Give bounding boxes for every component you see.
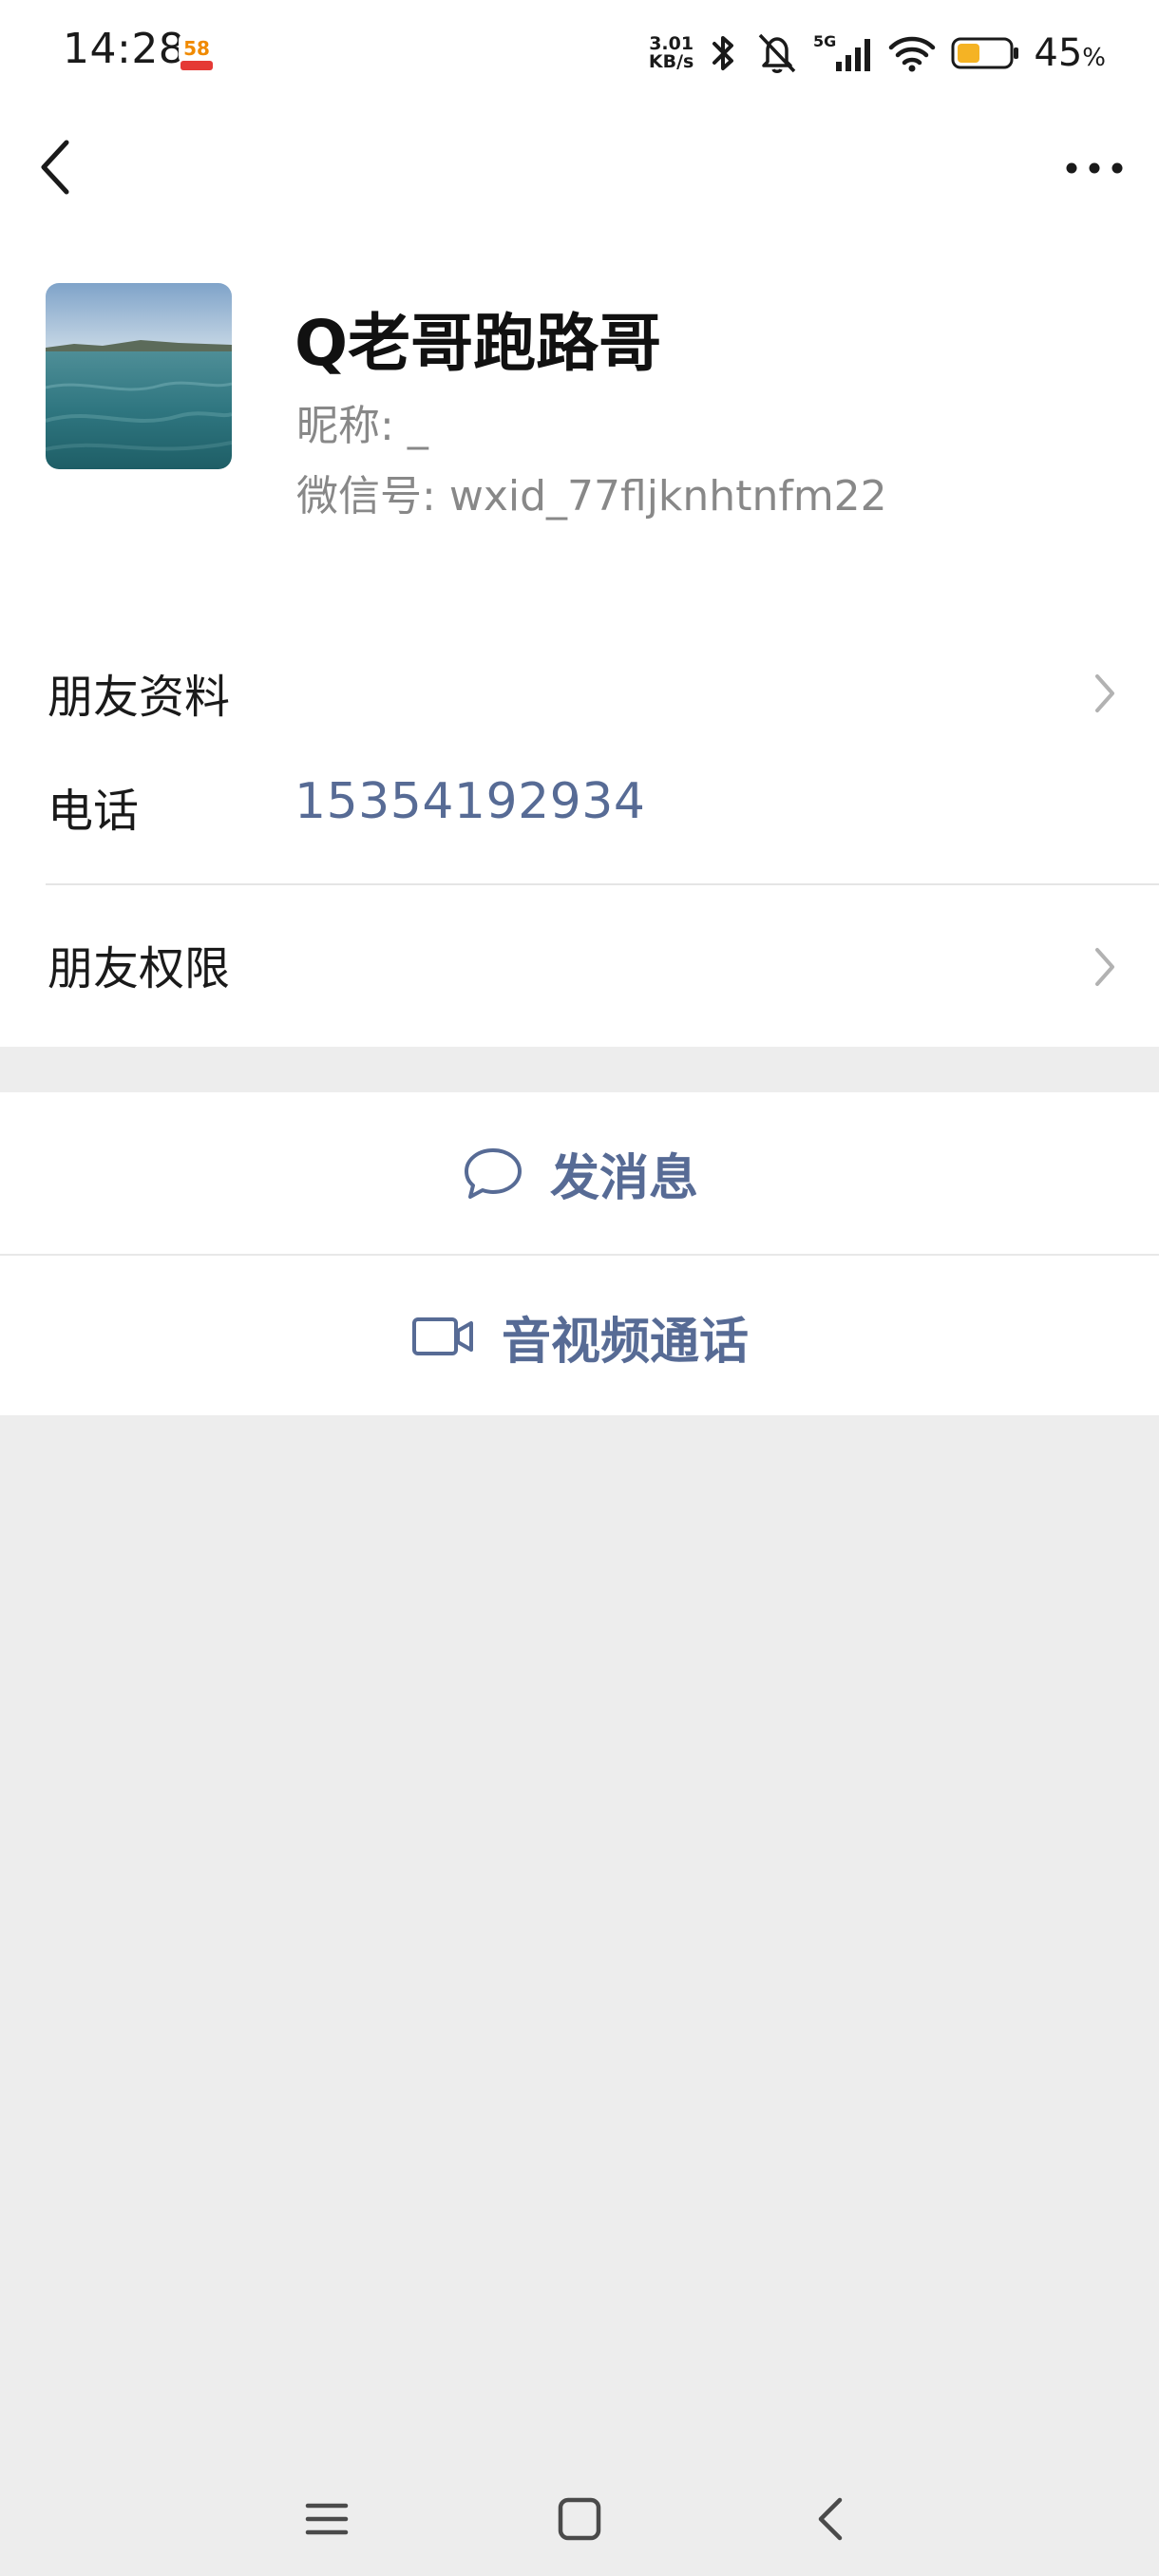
nickname-value: _: [407, 402, 428, 450]
avatar[interactable]: [46, 283, 232, 469]
home-icon[interactable]: [551, 2491, 608, 2548]
wechat-id-value: wxid_77fljknhtnfm22: [448, 472, 887, 521]
send-message-label: 发消息: [549, 1149, 698, 1207]
action-panel: 发消息 音视频通话: [0, 1092, 1159, 1415]
av-call-button[interactable]: 音视频通话: [0, 1256, 1159, 1417]
nickname-line: 昵称: _: [296, 391, 428, 452]
network-speed: 3.01 KB/s: [649, 35, 694, 71]
svg-text:5G: 5G: [813, 32, 836, 50]
header-bar: [0, 106, 1159, 230]
chat-bubble-icon: [464, 1148, 522, 1199]
video-camera-icon: [411, 1317, 473, 1355]
status-bar: 14:28 58 3.01 KB/s 5G 45%: [0, 0, 1159, 106]
profile-name: Q老哥跑路哥: [294, 307, 662, 380]
battery-percent-unit: %: [1082, 44, 1106, 72]
menu-icon[interactable]: [298, 2491, 355, 2548]
battery-icon: [951, 37, 1019, 69]
profile-card: Q老哥跑路哥 昵称: _ 微信号: wxid_77fljknhtnfm22: [0, 230, 1159, 610]
phone-value[interactable]: 15354192934: [294, 773, 645, 830]
back-icon[interactable]: [804, 2491, 861, 2548]
phone-label: 电话: [48, 785, 140, 838]
av-call-label: 音视频通话: [501, 1313, 749, 1371]
signal-5g-icon: 5G: [813, 32, 871, 71]
status-time: 14:28: [63, 25, 186, 73]
bluetooth-icon: [712, 36, 734, 70]
chevron-right-icon: [1095, 674, 1114, 712]
friend-profile-row[interactable]: 朋友资料: [0, 610, 1159, 743]
wechat-id-line: 微信号: wxid_77fljknhtnfm22: [296, 462, 887, 522]
battery-percent: 45%: [1034, 31, 1106, 75]
wifi-icon: [889, 36, 936, 72]
send-message-button[interactable]: 发消息: [0, 1092, 1159, 1254]
wechat-id-label: 微信号:: [296, 472, 436, 521]
friend-permission-label: 朋友权限: [48, 942, 231, 995]
back-chevron-icon[interactable]: [28, 133, 89, 201]
friend-profile-label: 朋友资料: [48, 671, 231, 724]
nickname-label: 昵称:: [296, 402, 394, 450]
status-icons: 3.01 KB/s 5G 45%: [649, 25, 1106, 82]
muted-bell-icon: [759, 33, 796, 73]
friend-permission-row[interactable]: 朋友权限: [0, 885, 1159, 1047]
chevron-right-icon: [1095, 948, 1114, 986]
svg-text:58: 58: [183, 37, 210, 60]
info-list: 朋友资料 电话 15354192934 朋友权限: [0, 610, 1159, 1047]
app-58-badge: 58: [179, 34, 215, 70]
system-nav-bar: [0, 2462, 1159, 2576]
network-speed-unit: KB/s: [648, 51, 694, 72]
more-dots-icon[interactable]: [1060, 144, 1129, 192]
phone-row: 电话 15354192934: [0, 743, 1159, 876]
